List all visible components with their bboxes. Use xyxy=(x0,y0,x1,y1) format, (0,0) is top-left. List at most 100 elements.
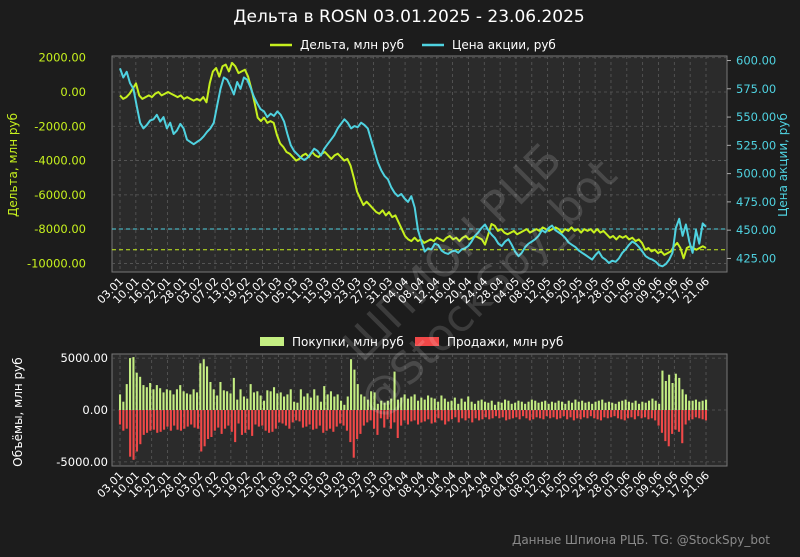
y-tick-label: -10000.00 xyxy=(27,256,86,270)
buy-bar xyxy=(457,403,460,410)
sell-bar xyxy=(366,410,369,423)
buy-bar xyxy=(249,384,252,410)
sell-bar xyxy=(176,410,179,430)
sell-bar xyxy=(332,410,335,432)
sell-bar xyxy=(671,410,674,434)
buy-bar xyxy=(239,389,242,410)
footer-credit: Данные Шпиона РЦБ. TG: @StockSpy_bot xyxy=(511,533,770,547)
sell-bar xyxy=(701,410,704,420)
sell-bar xyxy=(244,410,247,433)
buy-bar xyxy=(340,400,343,410)
sell-bar xyxy=(342,410,345,426)
sell-bar xyxy=(566,410,569,420)
buy-bar xyxy=(319,401,322,410)
buy-bar xyxy=(705,399,708,410)
sell-bar xyxy=(552,410,555,418)
sell-bar xyxy=(166,410,169,427)
buy-bar xyxy=(624,399,627,410)
sell-bar xyxy=(257,410,260,427)
buy-bar xyxy=(684,394,687,410)
sell-bar xyxy=(488,410,491,420)
buy-bar xyxy=(152,389,155,410)
sell-bar xyxy=(484,410,487,418)
buy-bar xyxy=(256,391,259,410)
sell-bar xyxy=(335,410,338,427)
y2-tick-label: 600.00 xyxy=(736,54,776,68)
sell-bar xyxy=(511,410,514,419)
buy-bar xyxy=(557,400,560,410)
buy-bar xyxy=(504,399,507,410)
buy-bar xyxy=(433,398,436,410)
y-tick-label: -5000.00 xyxy=(56,455,108,469)
sell-bar xyxy=(288,410,291,429)
buy-bar xyxy=(283,396,286,410)
buy-bar xyxy=(142,385,145,410)
buy-bar xyxy=(222,390,225,410)
buy-bar xyxy=(323,386,326,410)
buy-bar xyxy=(269,391,272,410)
sell-bar xyxy=(555,410,558,420)
sell-bar xyxy=(217,410,220,428)
buy-bar xyxy=(296,402,299,410)
buy-bar xyxy=(259,395,262,410)
sell-bar xyxy=(322,410,325,433)
buy-bar xyxy=(658,403,661,410)
buy-bar xyxy=(514,402,517,410)
sell-bar xyxy=(349,410,352,443)
buy-bar xyxy=(216,395,219,410)
sell-bar xyxy=(129,410,132,457)
sell-bar xyxy=(505,410,508,421)
sell-bar xyxy=(498,410,501,419)
buy-bar xyxy=(423,399,426,410)
sell-bar xyxy=(118,410,121,425)
buy-bar xyxy=(691,400,694,410)
sell-bar xyxy=(271,410,274,432)
buy-bar xyxy=(313,389,316,410)
sell-bar xyxy=(339,410,342,424)
sell-bar xyxy=(237,410,240,424)
sell-bar xyxy=(691,410,694,420)
buy-bar xyxy=(175,389,178,410)
sell-bar xyxy=(637,410,640,417)
buy-bar xyxy=(544,400,547,410)
buy-bar xyxy=(664,381,667,410)
buy-bar xyxy=(604,402,607,410)
sell-bar xyxy=(501,410,504,418)
buy-bar xyxy=(627,401,630,410)
buy-bar xyxy=(484,401,487,410)
sell-bar xyxy=(454,410,457,418)
sell-bar xyxy=(173,410,176,426)
sell-bar xyxy=(549,410,552,419)
sell-bar xyxy=(308,410,311,425)
buy-bar xyxy=(470,401,473,410)
y-tick-label: -6000.00 xyxy=(34,188,86,202)
sell-bar xyxy=(508,410,511,420)
buy-bar xyxy=(206,366,209,410)
sell-bar xyxy=(329,410,332,429)
buy-bar xyxy=(343,404,346,410)
buy-bar xyxy=(453,397,456,410)
buy-bar xyxy=(571,402,574,410)
sell-bar xyxy=(464,410,467,421)
sell-bar xyxy=(417,410,420,425)
sell-bar xyxy=(572,410,575,421)
sell-bar xyxy=(599,410,602,421)
legend-delta-label: Дельта, млн руб xyxy=(300,38,404,52)
buy-bar xyxy=(162,392,165,410)
sell-bar xyxy=(274,410,277,429)
buy-bar xyxy=(661,370,664,410)
buy-bar xyxy=(326,394,329,410)
sell-bar xyxy=(122,410,125,431)
buy-bar xyxy=(607,401,610,410)
buy-bar xyxy=(179,385,182,410)
sell-bar xyxy=(410,410,413,422)
buy-bar xyxy=(440,395,443,410)
sell-bar xyxy=(633,410,636,420)
sell-bar xyxy=(522,410,525,417)
buy-bar xyxy=(668,374,671,410)
buy-bar xyxy=(561,401,564,410)
sell-bar xyxy=(139,410,142,445)
sell-bar xyxy=(559,410,562,419)
sell-bar xyxy=(542,410,545,420)
sell-bar xyxy=(694,410,697,418)
